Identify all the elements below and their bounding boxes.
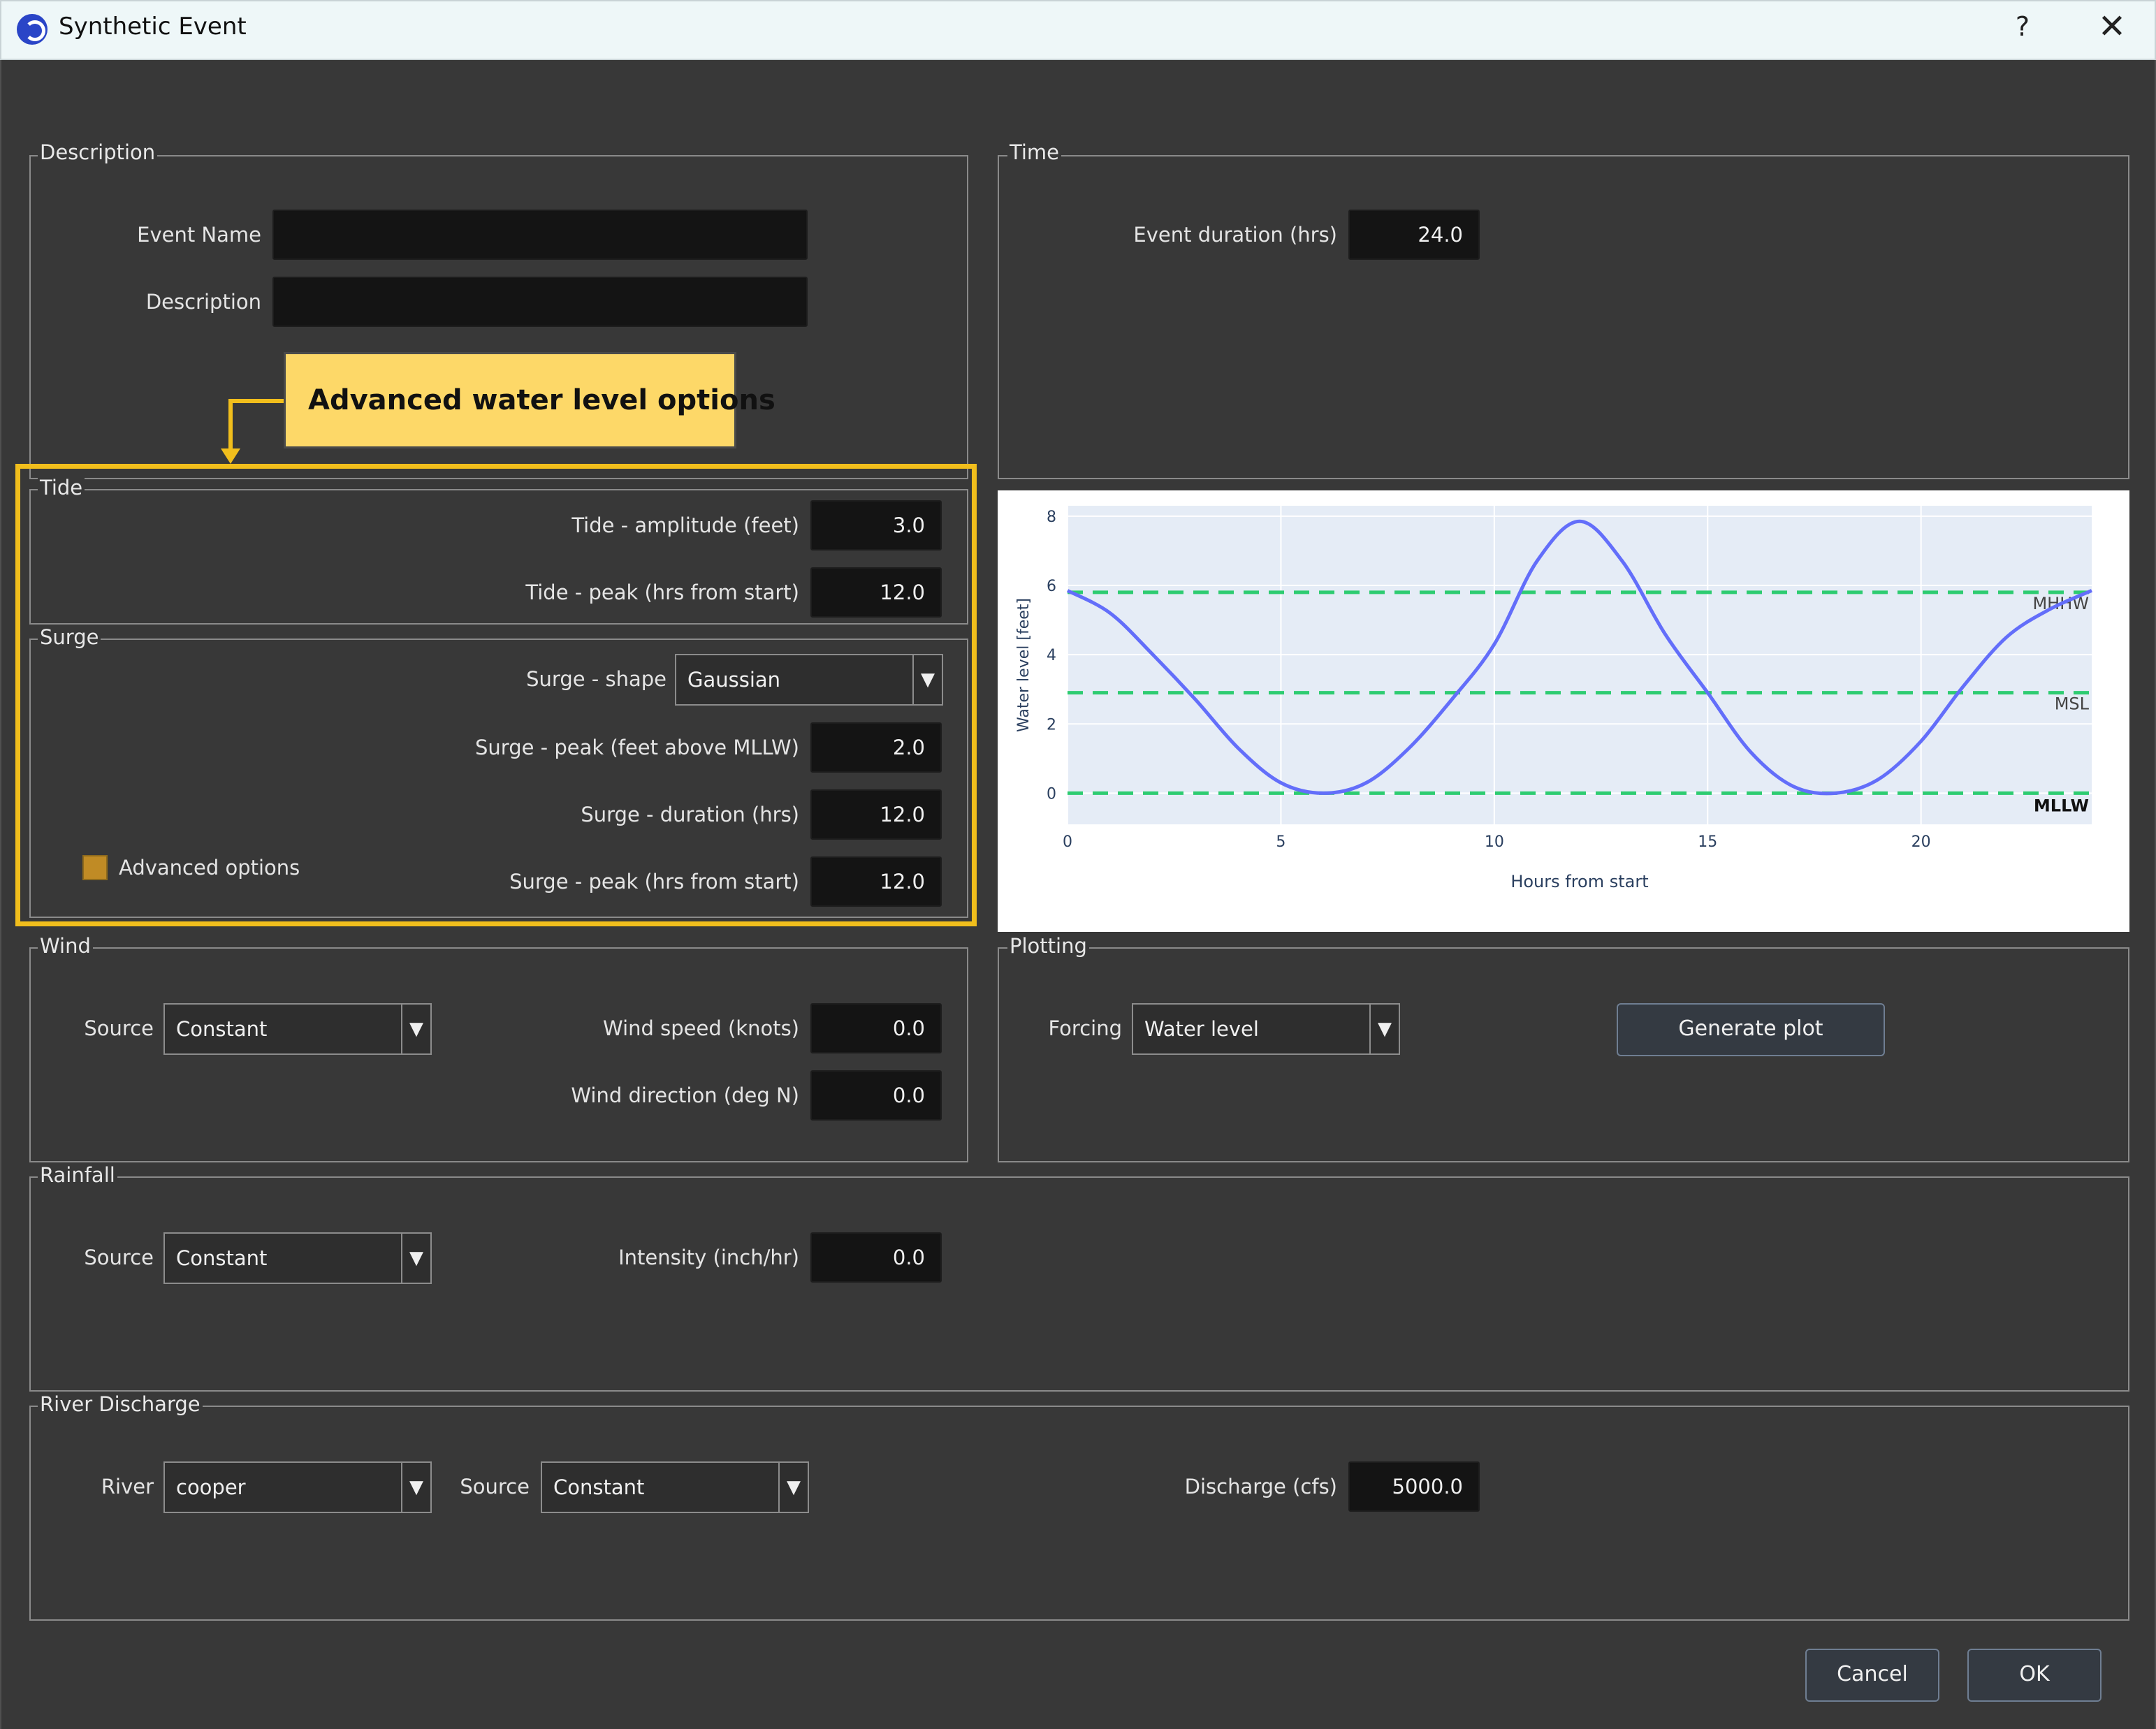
cancel-button[interactable]: Cancel (1805, 1649, 1939, 1702)
x-tick-label: 15 (1698, 833, 1717, 851)
advanced-options-label[interactable]: Advanced options (119, 842, 300, 893)
plot-area (1068, 506, 2092, 824)
water-level-plot: 0 5 10 15 20 0 2 4 6 8 MHHW MSL MLLW Hours from sta… (998, 490, 2129, 932)
x-tick-label: 20 (1911, 833, 1931, 851)
event-name-label: Event Name (137, 223, 261, 247)
surge-shape-value: Gaussian (687, 668, 781, 692)
title-bar (0, 0, 2156, 60)
x-tick-label: 5 (1276, 833, 1285, 851)
plotting-group (998, 947, 2129, 1162)
generate-plot-button[interactable]: Generate plot (1617, 1003, 1885, 1056)
y-tick-label: 0 (1047, 785, 1056, 803)
surge-peak-input[interactable]: 2.0 (810, 722, 942, 773)
water-level-chart: 0 5 10 15 2002468 MHHWMSLMLLW Hours from sta… (1015, 506, 2093, 891)
wind-direction-input[interactable]: 0.0 (810, 1070, 942, 1121)
x-tick-label: 0 (1063, 833, 1072, 851)
wind-speed-label: Wind speed (knots) (603, 1016, 799, 1040)
y-tick-label: 2 (1047, 716, 1056, 734)
chevron-down-icon: ▼ (778, 1463, 808, 1512)
rainfall-legend: Rainfall (38, 1162, 117, 1188)
wind-direction-label: Wind direction (deg N) (571, 1084, 799, 1107)
river-source-value: Constant (553, 1475, 645, 1499)
y-tick-label: 8 (1047, 509, 1056, 526)
description-legend: Description (38, 140, 158, 165)
rainfall-intensity-input[interactable]: 0.0 (810, 1232, 942, 1283)
description-input[interactable] (272, 277, 808, 327)
app-logo-icon (17, 14, 48, 45)
wind-source-value: Constant (176, 1017, 268, 1041)
event-name-input[interactable] (272, 210, 808, 260)
chevron-down-icon: ▼ (401, 1463, 430, 1512)
tide-legend: Tide (38, 475, 85, 500)
reference-label-mllw: MLLW (2034, 796, 2089, 815)
chevron-down-icon: ▼ (401, 1234, 430, 1283)
wind-speed-input[interactable]: 0.0 (810, 1003, 942, 1053)
plotting-legend: Plotting (1007, 933, 1089, 958)
rainfall-group (29, 1176, 2129, 1392)
chevron-down-icon: ▼ (912, 655, 942, 704)
rainfall-source-label: Source (84, 1246, 154, 1269)
river-select[interactable]: cooper ▼ (163, 1461, 432, 1513)
wind-legend: Wind (38, 933, 93, 958)
close-icon[interactable]: ✕ (2095, 7, 2129, 46)
surge-duration-input[interactable]: 12.0 (810, 789, 942, 840)
surge-peak-label: Surge - peak (feet above MLLW) (475, 736, 799, 759)
time-group (998, 155, 2129, 479)
rainfall-source-select[interactable]: Constant ▼ (163, 1232, 432, 1284)
wind-source-select[interactable]: Constant ▼ (163, 1003, 432, 1055)
tide-peak-input[interactable]: 12.0 (810, 567, 942, 618)
rainfall-source-value: Constant (176, 1246, 268, 1270)
x-axis-label: Hours from start (1510, 872, 1648, 891)
help-button[interactable]: ? (2009, 11, 2037, 42)
tide-amplitude-input[interactable]: 3.0 (810, 500, 942, 550)
surge-peak-time-label: Surge - peak (hrs from start) (509, 870, 799, 893)
ok-button[interactable]: OK (1967, 1649, 2102, 1702)
river-discharge-legend: River Discharge (38, 1392, 203, 1417)
y-tick-label: 4 (1047, 647, 1056, 664)
surge-peak-time-input[interactable]: 12.0 (810, 856, 942, 907)
rainfall-intensity-label: Intensity (inch/hr) (618, 1246, 799, 1269)
forcing-select[interactable]: Water level ▼ (1132, 1003, 1400, 1055)
callout-label: Advanced water level options (284, 352, 775, 448)
discharge-input[interactable]: 5000.0 (1348, 1461, 1480, 1512)
window-title: Synthetic Event (59, 13, 247, 41)
y-tick-label: 6 (1047, 578, 1056, 595)
tide-peak-label: Tide - peak (hrs from start) (525, 581, 799, 604)
x-tick-label: 10 (1485, 833, 1504, 851)
event-duration-input[interactable]: 24.0 (1348, 210, 1480, 260)
surge-duration-label: Surge - duration (hrs) (581, 803, 799, 826)
forcing-value: Water level (1144, 1017, 1259, 1041)
river-source-select[interactable]: Constant ▼ (541, 1461, 809, 1513)
wind-group (29, 947, 968, 1162)
surge-shape-select[interactable]: Gaussian ▼ (675, 654, 943, 706)
forcing-label: Forcing (1048, 1016, 1122, 1040)
advanced-options-checkbox[interactable] (82, 855, 108, 880)
surge-shape-label: Surge - shape (526, 667, 667, 691)
description-label: Description (145, 290, 261, 314)
time-legend: Time (1007, 140, 1061, 165)
callout-arrow (221, 399, 284, 464)
river-label: River (101, 1475, 154, 1498)
y-axis-label: Water level [feet] (1015, 598, 1033, 732)
tide-amplitude-label: Tide - amplitude (feet) (571, 513, 799, 537)
event-duration-label: Event duration (hrs) (1133, 223, 1337, 247)
reference-label-msl: MSL (2055, 694, 2090, 714)
river-discharge-group (29, 1406, 2129, 1621)
river-value: cooper (176, 1475, 246, 1499)
discharge-label: Discharge (cfs) (1184, 1475, 1337, 1498)
chevron-down-icon: ▼ (1369, 1005, 1399, 1053)
wind-source-label: Source (84, 1016, 154, 1040)
river-source-label: Source (460, 1475, 530, 1498)
chevron-down-icon: ▼ (401, 1005, 430, 1053)
surge-legend: Surge (38, 625, 101, 650)
